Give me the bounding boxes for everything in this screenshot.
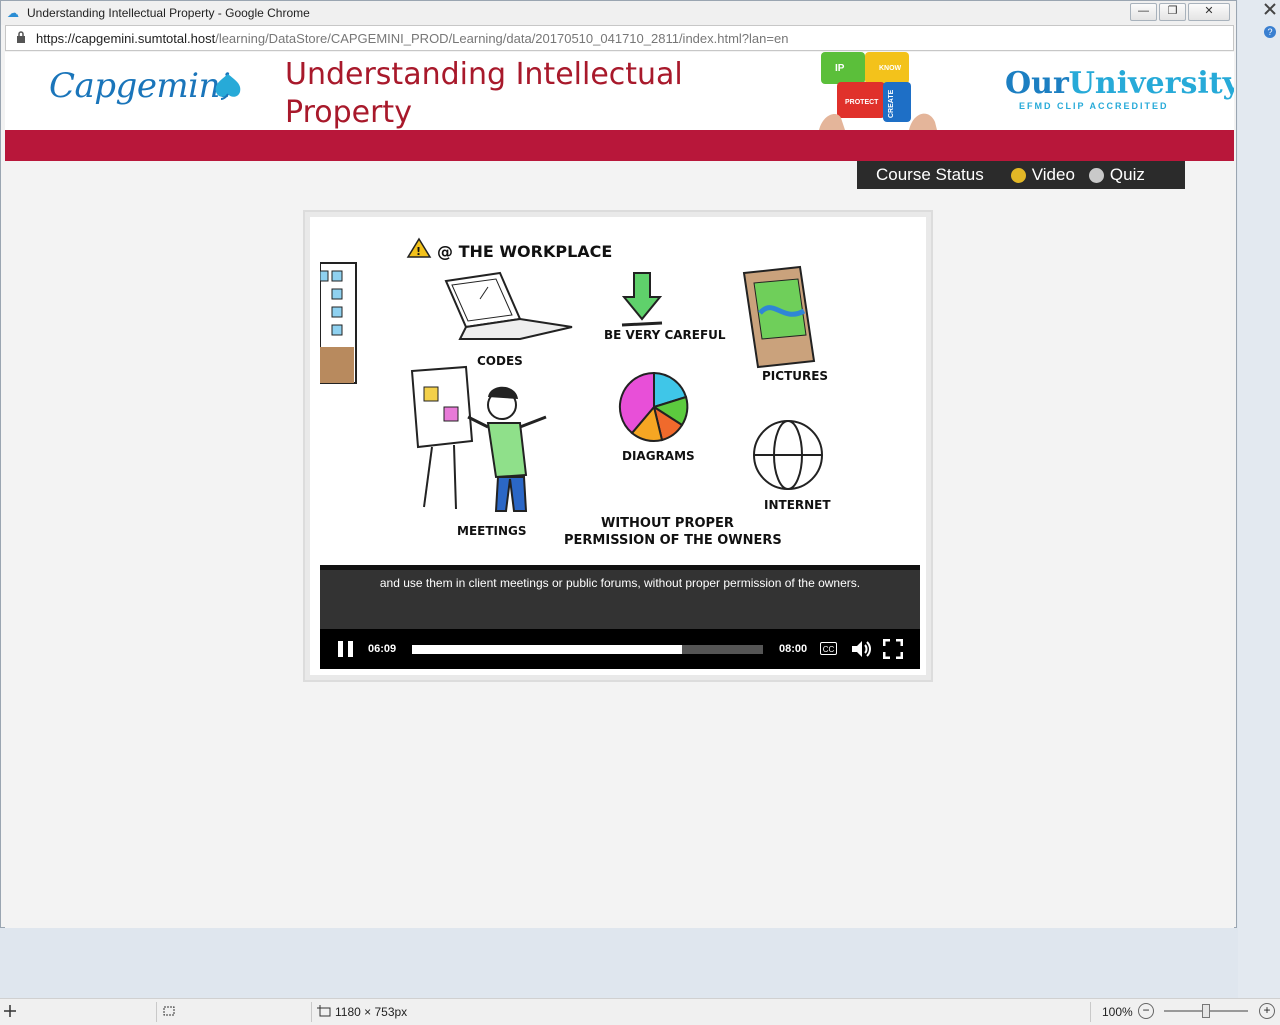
close-icon[interactable] [1262, 1, 1278, 17]
globe-illustration [753, 420, 823, 490]
scene-heading: @ THE WORKPLACE [437, 242, 612, 261]
label-careful: BE VERY CAREFUL [604, 328, 726, 342]
course-title-line2: Property [285, 95, 412, 130]
zoom-slider-thumb[interactable] [1202, 1004, 1210, 1018]
label-without-line1: WITHOUT PROPER [601, 516, 734, 531]
status-item-video[interactable]: Video [1010, 165, 1075, 185]
label-meetings: MEETINGS [457, 524, 527, 538]
status-item-video-label: Video [1031, 165, 1075, 184]
label-internet: INTERNET [764, 498, 831, 512]
laptop-illustration [444, 271, 573, 340]
zoom-slider[interactable] [1164, 1004, 1248, 1018]
puzzle-hands-image: IP KNOW PROTECT CREATE [819, 52, 937, 130]
svg-text:!: ! [416, 245, 421, 258]
capgemini-spade-icon [215, 74, 241, 100]
label-pictures: PICTURES [762, 369, 828, 383]
page-content: Capgemini Understanding Intellectual Pro… [5, 52, 1234, 928]
pie-chart-illustration [618, 371, 689, 442]
zoom-readout: 100% [1102, 1005, 1133, 1019]
maximize-button[interactable]: ❐ [1159, 3, 1186, 21]
capgemini-favicon-icon: ☁ [7, 6, 19, 20]
help-icon[interactable]: ? [1264, 26, 1276, 38]
puzzle-label-protect: PROTECT [845, 99, 879, 106]
right-side-strip: ? [1238, 0, 1280, 998]
status-item-quiz[interactable]: Quiz [1088, 165, 1145, 185]
dimensions-icon [317, 1005, 331, 1017]
our-university-subtitle: EFMD CLIP ACCREDITED [1019, 101, 1169, 111]
puzzle-label-know: KNOW [879, 65, 902, 72]
duration: 08:00 [779, 643, 808, 655]
puzzle-label-ip: IP [835, 63, 845, 74]
minimize-button[interactable]: — [1130, 3, 1157, 21]
picture-illustration [742, 265, 816, 369]
close-button[interactable]: ✕ [1188, 3, 1230, 21]
current-time: 06:09 [368, 643, 397, 655]
course-status-bar: Course Status Video Quiz [857, 161, 1185, 189]
select-region-icon[interactable] [162, 1005, 176, 1017]
window-title: Understanding Intellectual Property - Go… [27, 6, 310, 20]
status-item-quiz-label: Quiz [1109, 165, 1145, 184]
url-path: /learning/DataStore/CAPGEMINI_PROD/Learn… [215, 30, 789, 46]
status-bar: 1180 × 753px 100% − + [0, 998, 1280, 1025]
down-arrow-illustration [621, 272, 663, 327]
video-player: ! @ THE WORKPLACE CODES BE VERY CAREFUL … [310, 217, 926, 675]
seek-bar[interactable] [412, 645, 763, 654]
volume-icon[interactable] [850, 639, 872, 659]
dimensions-readout: 1180 × 753px [335, 1005, 408, 1019]
pause-button[interactable] [338, 641, 354, 657]
presenter-illustration [410, 365, 547, 512]
seek-bar-progress [412, 645, 683, 654]
building-illustration [320, 262, 357, 384]
label-without-line2: PERMISSION OF THE OWNERS [564, 533, 782, 548]
video-frame-scene[interactable]: ! @ THE WORKPLACE CODES BE VERY CAREFUL … [320, 227, 920, 565]
label-diagrams: DIAGRAMS [622, 449, 695, 463]
browser-window: ☁ Understanding Intellectual Property - … [0, 0, 1237, 928]
course-title-line1: Understanding Intellectual [285, 57, 683, 92]
move-icon[interactable] [4, 1005, 16, 1017]
our-university-part2: University [1068, 66, 1234, 101]
video-status-dot-icon [1010, 167, 1026, 183]
url-host: https://capgemini.sumtotal.host [36, 30, 216, 46]
warning-icon: ! [406, 237, 432, 258]
video-caption: and use them in client meetings or publi… [320, 565, 920, 629]
address-bar[interactable]: https://capgemini.sumtotal.host/learning… [5, 25, 1234, 51]
zoom-out-button[interactable]: − [1138, 1003, 1154, 1019]
video-player-frame: ! @ THE WORKPLACE CODES BE VERY CAREFUL … [305, 212, 931, 680]
course-header: Capgemini Understanding Intellectual Pro… [5, 52, 1234, 130]
label-codes: CODES [477, 354, 523, 368]
our-university-logo: OurUniversity [1005, 66, 1234, 101]
header-accent-bar [5, 130, 1234, 161]
course-status-label: Course Status [876, 165, 984, 184]
capgemini-logo: Capgemini [49, 66, 231, 106]
zoom-in-button[interactable]: + [1259, 1003, 1275, 1019]
course-title: Understanding Intellectual Property [285, 56, 683, 132]
lock-icon [16, 30, 26, 46]
video-controls: 06:09 08:00 CC [320, 629, 920, 669]
quiz-status-dot-icon [1088, 167, 1104, 183]
our-university-part1: Our [1005, 66, 1069, 101]
closed-captions-button[interactable]: CC [820, 642, 837, 655]
title-bar: ☁ Understanding Intellectual Property - … [1, 1, 1236, 25]
puzzle-label-create: CREATE [888, 89, 895, 118]
fullscreen-icon[interactable] [883, 639, 903, 659]
